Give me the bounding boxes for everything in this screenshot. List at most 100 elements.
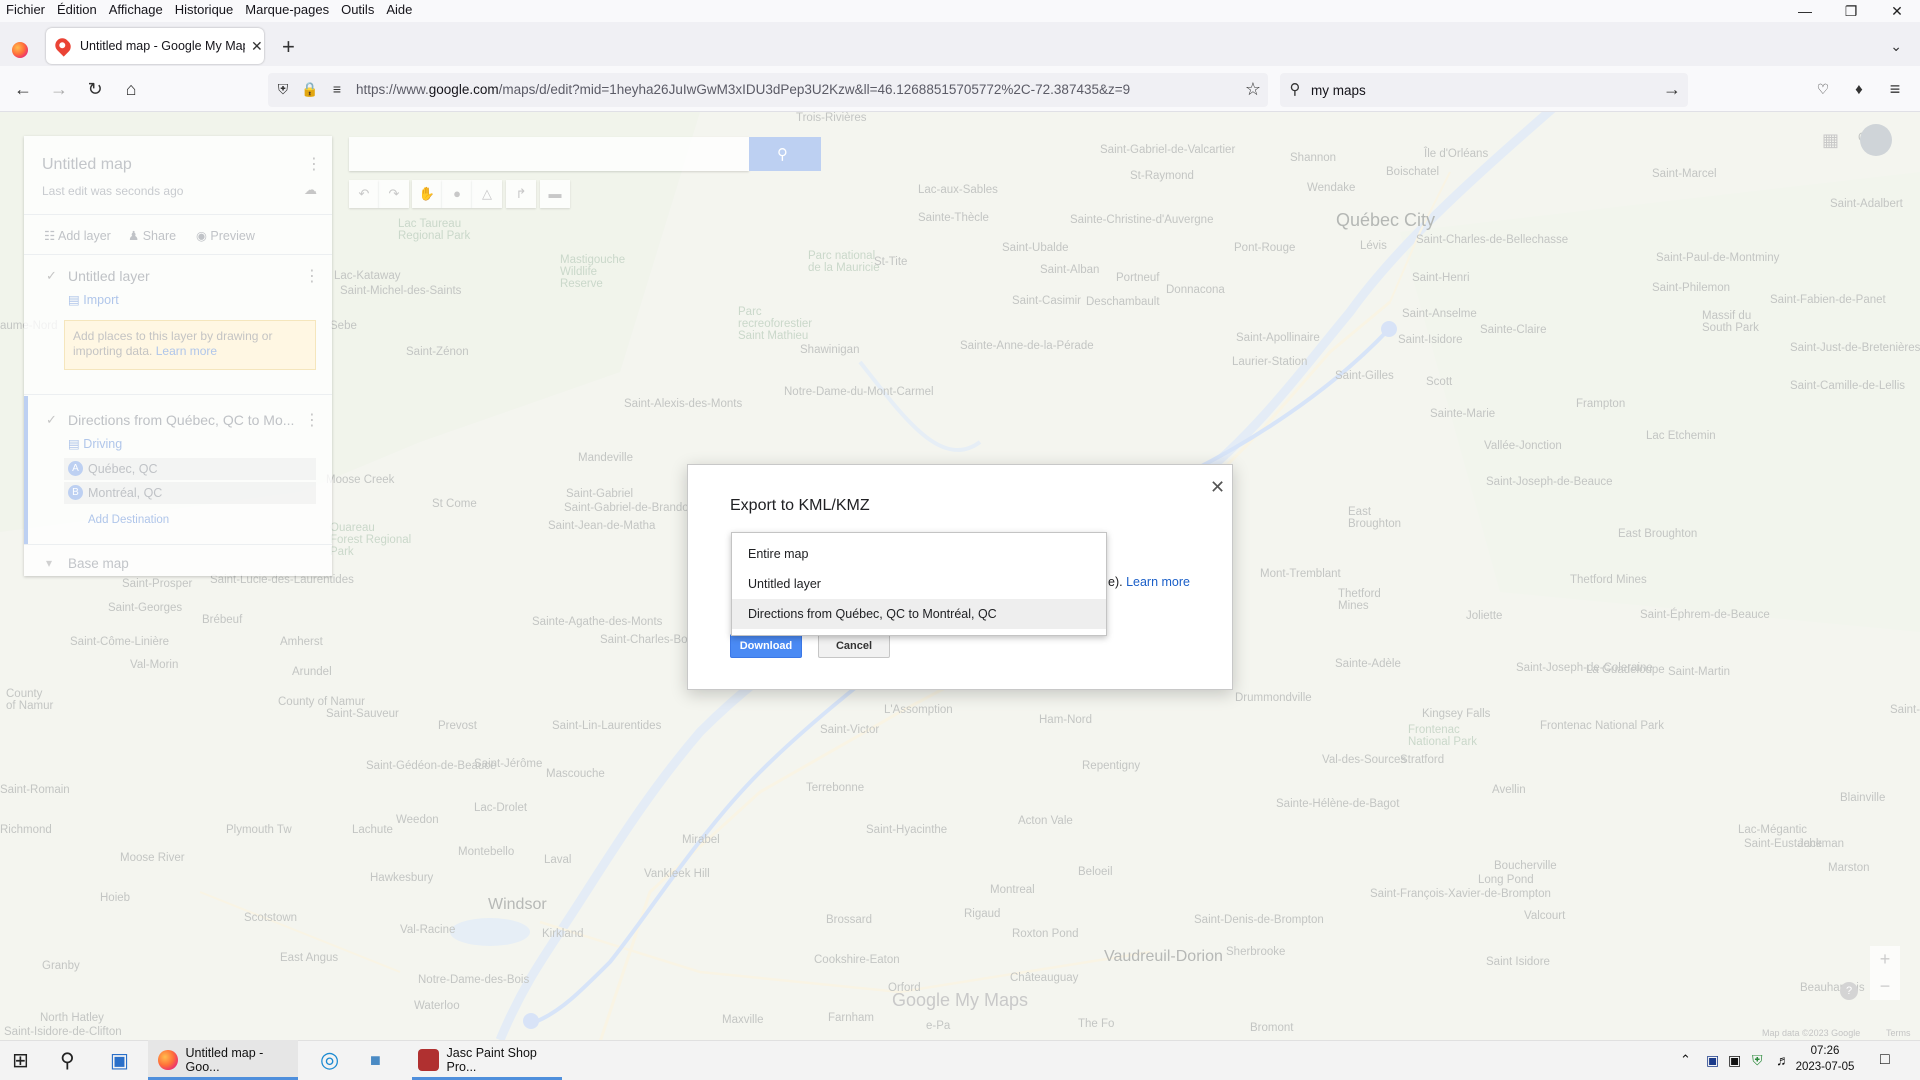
bookmark-star-icon[interactable]: ☆	[1242, 78, 1264, 100]
browser-tab[interactable]: Untitled map - Google My Maps ✕	[46, 28, 264, 64]
avatar[interactable]	[1860, 124, 1892, 156]
search-go-icon[interactable]: →	[1661, 78, 1683, 100]
menu-edition[interactable]: Édition	[51, 0, 103, 22]
help-icon[interactable]: ?	[1840, 982, 1858, 1000]
window-close-icon[interactable]: ✕	[1874, 0, 1920, 22]
option-entire-map[interactable]: Entire map	[732, 539, 1106, 569]
share-button[interactable]: ♟ Share	[128, 228, 176, 243]
menu-aide[interactable]: Aide	[380, 0, 418, 22]
search-text[interactable]: my maps	[1311, 83, 1366, 98]
task-view-icon[interactable]: ▣	[110, 1040, 129, 1080]
map-search-input[interactable]	[349, 137, 749, 171]
app-menu-icon[interactable]: ≡	[1884, 78, 1906, 100]
network-icon[interactable]: ▣	[1728, 1040, 1741, 1080]
dialog-description-tail: e).	[1108, 575, 1123, 589]
menu-marque-pages[interactable]: Marque-pages	[239, 0, 335, 22]
import-link[interactable]: ▤ Import	[68, 292, 119, 307]
layer2-checkbox[interactable]: ✓	[46, 412, 57, 428]
reload-icon[interactable]: ↻	[84, 78, 106, 100]
show-hidden-icons-icon[interactable]: ⌃	[1680, 1040, 1691, 1080]
directions-icon[interactable]: ↱	[506, 180, 536, 208]
security-icon[interactable]: ⛨	[1752, 1040, 1763, 1080]
minimize-icon[interactable]: —	[1782, 0, 1828, 22]
taskbar-paint-shop-pro[interactable]: Jasc Paint Shop Pro...	[412, 1040, 562, 1080]
last-edit-text: Last edit was seconds ago	[42, 184, 184, 198]
add-layer-button[interactable]: ☷ Add layer	[44, 228, 111, 243]
taskbar-search-icon[interactable]: ⚲	[60, 1040, 75, 1080]
layer1-menu-icon[interactable]: ⋮	[304, 266, 320, 286]
layer2-name[interactable]: Directions from Québec, QC to Mo...	[68, 412, 294, 428]
home-icon[interactable]: ⌂	[120, 78, 142, 100]
divider	[24, 214, 332, 215]
redo-icon[interactable]: ↷	[379, 180, 409, 208]
download-button[interactable]: Download	[730, 634, 802, 658]
preview-eye-icon: ◉	[196, 229, 207, 243]
menu-historique[interactable]: Historique	[169, 0, 240, 22]
cancel-button[interactable]: Cancel	[818, 634, 890, 658]
taskbar-firefox[interactable]: Untitled map - Goo...	[148, 1040, 298, 1080]
hand-pan-icon[interactable]: ✋	[412, 180, 442, 208]
close-icon[interactable]: ✕	[1210, 477, 1225, 498]
undo-icon[interactable]: ↶	[349, 180, 379, 208]
base-map-label[interactable]: Base map	[68, 556, 129, 571]
system-clock[interactable]: 07:26 2023-07-05	[1790, 1043, 1860, 1075]
tab-title: Untitled map - Google My Maps	[80, 39, 245, 53]
export-scope-dropdown[interactable]: Entire map Untitled layer Directions fro…	[731, 532, 1107, 636]
search-icon: ⚲	[1289, 81, 1301, 98]
dialog-description: e). Learn more	[1108, 575, 1190, 589]
forward-icon[interactable]: →	[48, 78, 70, 100]
pocket-icon[interactable]: ♡	[1812, 78, 1834, 100]
clock-date: 2023-07-05	[1795, 1061, 1855, 1073]
import-file-icon: ▤	[68, 293, 80, 307]
pinned-app-icon[interactable]: ■	[370, 1040, 381, 1080]
extensions-icon[interactable]: ♦	[1848, 78, 1870, 100]
option-untitled-layer[interactable]: Untitled layer	[732, 569, 1106, 599]
firefox-view-icon[interactable]	[12, 42, 28, 58]
list-all-tabs-icon[interactable]: ⌄	[1890, 38, 1902, 55]
basemap-expand-icon[interactable]: ▾	[46, 556, 52, 570]
stop-a-row[interactable]: A Québec, QC	[64, 458, 316, 480]
zoom-in-icon[interactable]: +	[1870, 946, 1900, 973]
zoom-out-icon[interactable]: −	[1870, 973, 1900, 1000]
selected-layer-indicator	[24, 396, 28, 544]
edge-icon[interactable]: ◎	[320, 1040, 339, 1080]
terms-link[interactable]: Terms	[1886, 1028, 1911, 1038]
layer2-menu-icon[interactable]: ⋮	[304, 410, 320, 430]
tray-app-icon[interactable]: ▣	[1706, 1040, 1719, 1080]
tab-close-icon[interactable]: ✕	[251, 38, 263, 55]
windows-start-icon[interactable]: ⊞	[12, 1040, 29, 1080]
taskbar-firefox-label: Untitled map - Goo...	[185, 1046, 264, 1074]
paint-shop-pro-icon	[418, 1049, 439, 1071]
menu-affichage[interactable]: Affichage	[103, 0, 169, 22]
divider	[24, 254, 332, 255]
map-menu-icon[interactable]: ⋮	[306, 154, 322, 174]
layer-hint-learn-more[interactable]: Learn more	[156, 344, 217, 358]
apps-grid-icon[interactable]: ▦	[1822, 130, 1839, 151]
preview-button[interactable]: ◉ Preview	[196, 228, 255, 243]
measure-icon[interactable]: ▬	[540, 180, 570, 208]
permissions-icon[interactable]: ≡	[326, 78, 348, 100]
learn-more-link[interactable]: Learn more	[1126, 575, 1190, 589]
driving-mode[interactable]: ▤ Driving	[68, 436, 122, 451]
google-my-maps-logo: Google My Maps	[892, 990, 1029, 1010]
menu-outils[interactable]: Outils	[335, 0, 380, 22]
layer1-checkbox[interactable]: ✓	[46, 268, 57, 284]
map-search-button[interactable]: ⚲	[749, 137, 821, 171]
volume-icon[interactable]: ♬	[1776, 1040, 1790, 1080]
layer1-name[interactable]: Untitled layer	[68, 268, 150, 284]
menu-fichier[interactable]: Fichier	[0, 0, 51, 22]
option-directions-layer[interactable]: Directions from Québec, QC to Montréal, …	[732, 599, 1106, 629]
notifications-icon[interactable]: □	[1880, 1040, 1890, 1080]
new-tab-icon[interactable]: +	[282, 36, 295, 58]
back-icon[interactable]: ←	[12, 78, 34, 100]
map-title[interactable]: Untitled map	[42, 156, 132, 174]
url-text[interactable]: https://www.google.com/maps/d/edit?mid=1…	[356, 82, 1130, 97]
stop-a-marker: A	[68, 461, 83, 476]
lock-icon[interactable]: 🔒	[299, 78, 321, 100]
shield-icon[interactable]: ⛨	[272, 78, 294, 100]
draw-line-icon[interactable]: △	[472, 180, 502, 208]
stop-b-row[interactable]: B Montréal, QC	[64, 482, 316, 504]
add-marker-icon[interactable]: ●	[442, 180, 472, 208]
add-destination-link[interactable]: Add Destination	[88, 514, 169, 526]
restore-icon[interactable]: ❐	[1828, 0, 1874, 22]
